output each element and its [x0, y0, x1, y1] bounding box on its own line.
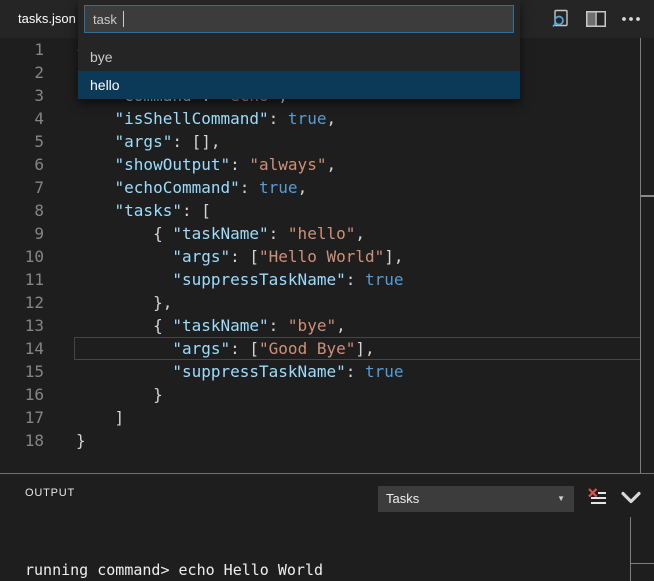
quick-open-item-label: bye [90, 49, 113, 65]
output-log: running command> echo Hello World "Hello… [25, 510, 624, 581]
editor-actions [548, 0, 644, 38]
line-number: 13 [0, 314, 44, 337]
line-number: 3 [0, 84, 44, 107]
quick-open-input-value: task [93, 12, 117, 27]
quick-open-item-hello[interactable]: hello [78, 71, 520, 99]
code-line[interactable]: "args": ["Good Bye"], [76, 337, 640, 360]
code-line[interactable]: "args": [], [76, 130, 640, 153]
line-number: 7 [0, 176, 44, 199]
quick-open-widget: task bye hello [78, 0, 520, 99]
output-panel: OUTPUT Tasks ▼ running c [0, 474, 654, 581]
panel-actions [584, 485, 644, 511]
line-number: 9 [0, 222, 44, 245]
code-line[interactable]: "tasks": [ [76, 199, 640, 222]
split-editor-icon[interactable] [583, 6, 609, 32]
more-actions-icon[interactable] [618, 6, 644, 32]
output-channel-value: Tasks [386, 491, 419, 506]
code-line[interactable]: } [76, 383, 640, 406]
panel-scrollbar[interactable] [630, 517, 654, 581]
code-line[interactable]: { "taskName": "bye", [76, 314, 640, 337]
line-number: 4 [0, 107, 44, 130]
editor: 123456789101112131415161718 { "version":… [0, 38, 654, 473]
code-line[interactable]: "showOutput": "always", [76, 153, 640, 176]
line-number: 18 [0, 429, 44, 452]
code-line[interactable]: "echoCommand": true, [76, 176, 640, 199]
code-area[interactable]: { "version": "0.1.0", "command": "echo",… [76, 38, 640, 452]
code-line[interactable]: "args": ["Hello World"], [76, 245, 640, 268]
quick-open-list: bye hello [78, 43, 520, 99]
line-number: 2 [0, 61, 44, 84]
line-number: 1 [0, 38, 44, 61]
line-number: 15 [0, 360, 44, 383]
panel-title: OUTPUT [25, 487, 75, 499]
line-number: 10 [0, 245, 44, 268]
quick-open-item-bye[interactable]: bye [78, 43, 520, 71]
code-line[interactable]: } [76, 429, 640, 452]
line-number: 14 [0, 337, 44, 360]
line-number: 8 [0, 199, 44, 222]
code-line[interactable]: "suppressTaskName": true [76, 268, 640, 291]
code-line[interactable]: ] [76, 406, 640, 429]
line-number: 11 [0, 268, 44, 291]
line-number: 12 [0, 291, 44, 314]
output-channel-select[interactable]: Tasks ▼ [378, 486, 574, 512]
code-line[interactable]: { "taskName": "hello", [76, 222, 640, 245]
output-line: running command> echo Hello World [25, 558, 624, 581]
panel-scrollbar-mark [630, 563, 654, 564]
code-line[interactable]: "isShellCommand": true, [76, 107, 640, 130]
select-arrow-icon: ▼ [557, 486, 565, 512]
collapse-panel-chevron-icon[interactable] [618, 485, 644, 511]
quick-open-input[interactable]: task [84, 5, 514, 33]
code-line[interactable]: "suppressTaskName": true [76, 360, 640, 383]
gutter: 123456789101112131415161718 [0, 38, 44, 452]
text-cursor [123, 11, 125, 27]
editor-scrollbar[interactable] [640, 38, 654, 473]
line-number: 16 [0, 383, 44, 406]
line-number: 6 [0, 153, 44, 176]
code-line[interactable]: }, [76, 291, 640, 314]
tab-tasks-json[interactable]: tasks.json [18, 0, 76, 38]
quick-open-item-label: hello [90, 77, 120, 93]
line-number: 5 [0, 130, 44, 153]
line-number: 17 [0, 406, 44, 429]
open-preview-icon[interactable] [548, 6, 574, 32]
vscode-window: tasks.json [0, 0, 654, 581]
clear-output-icon[interactable] [584, 485, 610, 511]
scrollbar-mark [641, 195, 654, 197]
